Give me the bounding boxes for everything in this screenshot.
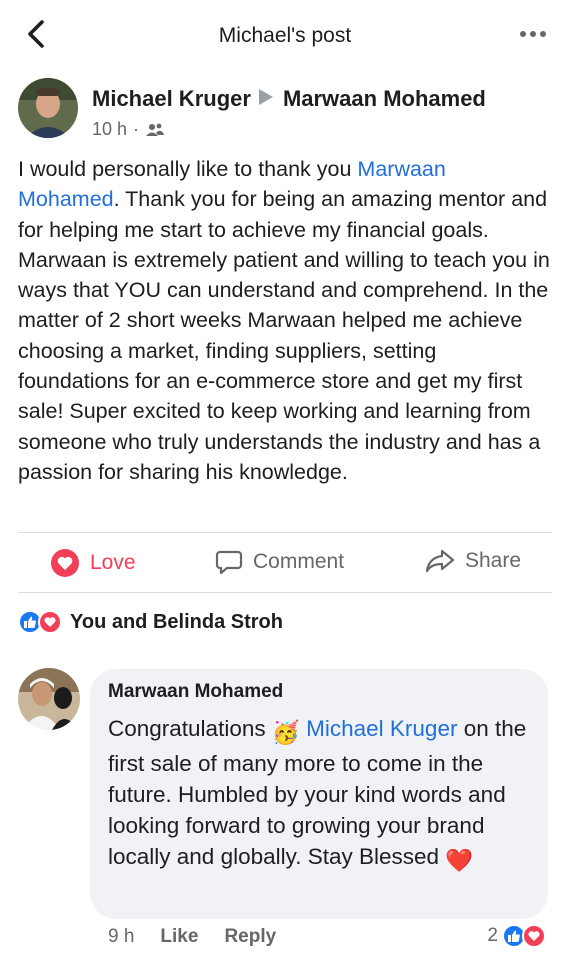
comment-label: Comment [253,550,345,573]
comment-reaction-icons [502,924,546,948]
comment-reply-button[interactable]: Reply [224,926,276,948]
more-horizontal-icon [520,31,546,37]
top-bar: Michael's post [0,0,570,68]
share-icon [425,548,455,574]
friends-icon [146,123,165,136]
page-title: Michael's post [218,24,352,47]
more-options-button[interactable] [516,22,552,46]
reactions-text: You and Belinda Stroh [70,610,283,633]
love-label: Love [90,551,136,574]
comment-text: Congratulations 🥳 Michael Kruger on the … [108,713,538,876]
reactions-summary[interactable]: You and Belinda Stroh [18,610,283,634]
post-author-line: Michael Kruger Marwaan Mohamed [92,86,486,112]
divider [18,532,552,533]
love-icon [522,924,546,948]
share-label: Share [465,549,522,572]
comment-icon [215,548,243,576]
comment-like-button[interactable]: Like [160,926,198,948]
love-reaction-icon [50,548,80,578]
comment-mention-link[interactable]: Michael Kruger [306,716,457,741]
red-heart-emoji: ❤️ [445,848,474,873]
post-time[interactable]: 10 h [92,119,127,140]
post-text: I would personally like to thank you Mar… [18,154,553,487]
comment-time: 9 h [108,926,135,947]
comment-button[interactable]: Comment [215,548,344,576]
post-meta: 10 h · [92,119,165,140]
comment-bubble[interactable]: Marwaan Mohamed Congratulations 🥳 Michae… [90,669,548,919]
party-face-emoji: 🥳 [271,720,300,745]
love-icon [38,610,62,634]
love-button[interactable]: Love [50,548,136,578]
comment-text-before: Congratulations [108,716,272,741]
comment-meta: 9 h Like Reply [108,926,276,948]
reaction-icons [18,610,62,634]
post-text-rest: . Thank you for being an amazing mentor … [18,187,550,484]
separator-dot: · [133,119,140,139]
post-text-intro: I would personally like to thank you [18,157,358,181]
action-bar: Love Comment Share [0,538,570,590]
author-avatar[interactable] [18,78,78,138]
target-name[interactable]: Marwaan Mohamed [283,86,486,111]
divider [18,592,552,593]
author-name[interactable]: Michael Kruger [92,86,251,111]
comment-author[interactable]: Marwaan Mohamed [108,681,283,703]
comment-reactions[interactable]: 2 [487,924,554,948]
arrow-right-icon [258,89,273,105]
share-button[interactable]: Share [425,548,521,574]
commenter-avatar[interactable] [18,668,80,730]
comment-reaction-count: 2 [487,925,498,946]
